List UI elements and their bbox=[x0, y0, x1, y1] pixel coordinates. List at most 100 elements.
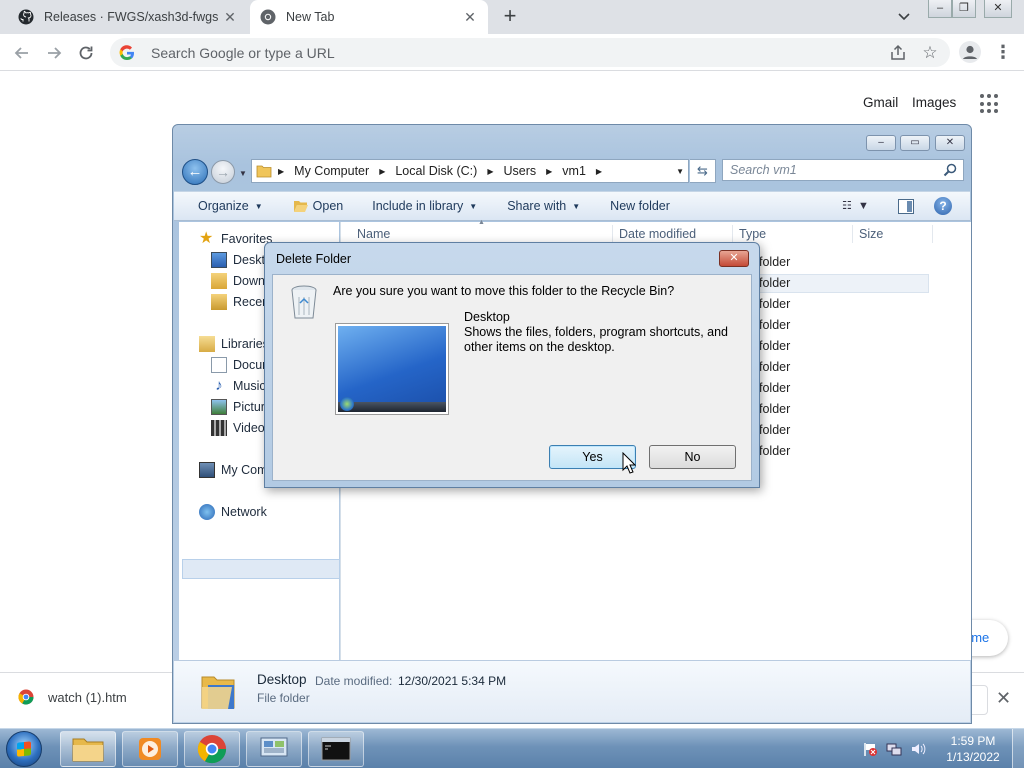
open-button[interactable]: Open bbox=[293, 199, 343, 213]
address-bar[interactable]: ▶ My Computer ▶ Local Disk (C:) ▶ Users … bbox=[251, 159, 689, 183]
taskbar-chrome-button[interactable] bbox=[184, 731, 240, 767]
no-button[interactable]: No bbox=[649, 445, 736, 469]
share-with-button[interactable]: Share with ▼ bbox=[507, 199, 580, 213]
breadcrumb-local-disk[interactable]: Local Disk (C:) bbox=[395, 164, 477, 178]
nav-libraries[interactable]: Libraries bbox=[199, 336, 269, 352]
nav-my-computer[interactable]: My Com bbox=[199, 462, 268, 478]
row-type[interactable]: folder bbox=[759, 444, 790, 458]
breadcrumb-my-computer[interactable]: My Computer bbox=[294, 164, 369, 178]
column-type[interactable]: Type bbox=[733, 225, 853, 243]
tab-new-tab[interactable]: New Tab ✕ bbox=[250, 0, 488, 34]
close-tab-icon[interactable]: ✕ bbox=[222, 9, 238, 25]
column-size[interactable]: Size bbox=[853, 225, 933, 243]
address-dropdown-icon[interactable]: ▼ bbox=[676, 167, 684, 176]
nav-favorites[interactable]: ★ Favorites bbox=[199, 231, 272, 247]
close-tab-icon[interactable]: ✕ bbox=[462, 9, 478, 25]
row-type[interactable]: folder bbox=[759, 255, 790, 269]
close-download-shelf-icon[interactable]: ✕ bbox=[996, 688, 1011, 709]
row-type[interactable]: folder bbox=[759, 297, 790, 311]
clock[interactable]: 1:59 PM 1/13/2022 bbox=[940, 733, 1006, 765]
back-button[interactable] bbox=[9, 40, 35, 66]
share-icon[interactable] bbox=[888, 43, 908, 63]
row-type[interactable]: folder bbox=[759, 423, 790, 437]
nav-label: Libraries bbox=[221, 337, 269, 351]
organize-button[interactable]: Organize ▼ bbox=[198, 199, 263, 213]
gmail-link[interactable]: Gmail bbox=[863, 95, 898, 110]
volume-icon[interactable] bbox=[910, 741, 926, 757]
nav-videos[interactable]: Videos bbox=[211, 420, 271, 436]
system-tray bbox=[862, 729, 926, 768]
breadcrumb-separator-icon[interactable]: ▶ bbox=[487, 167, 493, 176]
bookmark-star-icon[interactable]: ☆ bbox=[920, 43, 940, 63]
forward-button[interactable] bbox=[41, 40, 67, 66]
share-label: Share with bbox=[507, 199, 567, 213]
nav-music[interactable]: ♪ Music bbox=[211, 378, 265, 394]
include-in-library-button[interactable]: Include in library ▼ bbox=[372, 199, 477, 213]
show-desktop-button[interactable] bbox=[1012, 729, 1024, 768]
close-window-button[interactable]: ✕ bbox=[984, 0, 1012, 18]
explorer-minimize-button[interactable]: – bbox=[866, 135, 896, 151]
profile-avatar-icon[interactable] bbox=[958, 40, 982, 64]
nav-pictures[interactable]: Picture bbox=[211, 399, 272, 415]
taskbar-cmd-button[interactable] bbox=[308, 731, 364, 767]
breadcrumb-vm1[interactable]: vm1 bbox=[562, 164, 586, 178]
reload-button[interactable] bbox=[73, 40, 99, 66]
start-orb-icon bbox=[340, 397, 354, 411]
nav-network[interactable]: Network bbox=[199, 504, 267, 520]
row-type[interactable]: folder bbox=[759, 318, 790, 332]
chevron-down-icon[interactable] bbox=[894, 8, 914, 26]
change-view-button[interactable]: ☷ ▼ bbox=[842, 199, 878, 215]
nav-downloads[interactable]: Downl bbox=[211, 273, 268, 289]
row-type[interactable]: folder bbox=[759, 360, 790, 374]
nav-label: Downl bbox=[233, 274, 268, 288]
breadcrumb-users[interactable]: Users bbox=[503, 164, 536, 178]
details-date-value: 12/30/2021 5:34 PM bbox=[398, 674, 507, 688]
omnibox[interactable]: Search Google or type a URL ☆ bbox=[110, 38, 950, 67]
minimize-button[interactable]: – bbox=[928, 0, 952, 18]
column-name[interactable]: Name bbox=[351, 225, 613, 243]
row-type[interactable]: folder bbox=[759, 402, 790, 416]
start-button[interactable] bbox=[6, 731, 42, 767]
more-menu-icon[interactable]: ⋮ bbox=[994, 42, 1012, 62]
action-center-flag-icon[interactable] bbox=[862, 741, 878, 757]
nav-documents[interactable]: Docur bbox=[211, 357, 266, 373]
row-type[interactable]: folder bbox=[759, 276, 790, 290]
selection-highlight bbox=[182, 559, 340, 579]
organize-label: Organize bbox=[198, 199, 249, 213]
explorer-maximize-button[interactable]: ▭ bbox=[900, 135, 930, 151]
tab-releases[interactable]: Releases · FWGS/xash3d-fwgs · G ✕ bbox=[8, 0, 248, 34]
taskbar-media-player-button[interactable] bbox=[122, 731, 178, 767]
explorer-forward-button[interactable]: → bbox=[211, 160, 235, 184]
google-apps-icon[interactable] bbox=[980, 94, 1000, 114]
breadcrumb-separator-icon[interactable]: ▶ bbox=[379, 167, 385, 176]
details-item-name: Desktop bbox=[257, 672, 307, 687]
nav-recent[interactable]: Recen bbox=[211, 294, 269, 310]
column-date-modified[interactable]: Date modified bbox=[613, 225, 733, 243]
breadcrumb-separator-icon[interactable]: ▶ bbox=[596, 167, 602, 176]
recent-pages-chevron-icon[interactable]: ▼ bbox=[239, 169, 247, 178]
new-tab-button[interactable]: + bbox=[498, 5, 522, 29]
breadcrumb-separator-icon[interactable]: ▶ bbox=[546, 167, 552, 176]
nav-desktop[interactable]: Deskto bbox=[211, 252, 272, 268]
help-icon[interactable]: ? bbox=[934, 197, 952, 215]
chrome-icon bbox=[18, 689, 34, 705]
images-link[interactable]: Images bbox=[912, 95, 956, 110]
breadcrumb-separator-icon[interactable]: ▶ bbox=[278, 167, 284, 176]
new-folder-button[interactable]: New folder bbox=[610, 199, 670, 213]
dialog-close-button[interactable]: ✕ bbox=[719, 250, 749, 267]
explorer-search-input[interactable]: Search vm1 bbox=[722, 159, 964, 181]
row-type[interactable]: folder bbox=[759, 381, 790, 395]
preview-pane-icon[interactable] bbox=[898, 199, 914, 214]
row-type[interactable]: folder bbox=[759, 339, 790, 353]
download-item[interactable]: watch (1).htm bbox=[18, 689, 127, 705]
explorer-back-button[interactable]: ← bbox=[182, 159, 208, 185]
refresh-icon[interactable]: ⇆ bbox=[690, 159, 716, 183]
taskbar-explorer-button[interactable] bbox=[60, 731, 116, 767]
network-tray-icon[interactable] bbox=[886, 741, 902, 757]
explorer-close-button[interactable]: ✕ bbox=[935, 135, 965, 151]
google-icon bbox=[119, 44, 134, 60]
mouse-cursor-icon bbox=[622, 452, 636, 474]
taskbar-control-panel-button[interactable] bbox=[246, 731, 302, 767]
restore-button[interactable]: ❐ bbox=[952, 0, 976, 18]
taskbar-preview bbox=[338, 402, 446, 412]
